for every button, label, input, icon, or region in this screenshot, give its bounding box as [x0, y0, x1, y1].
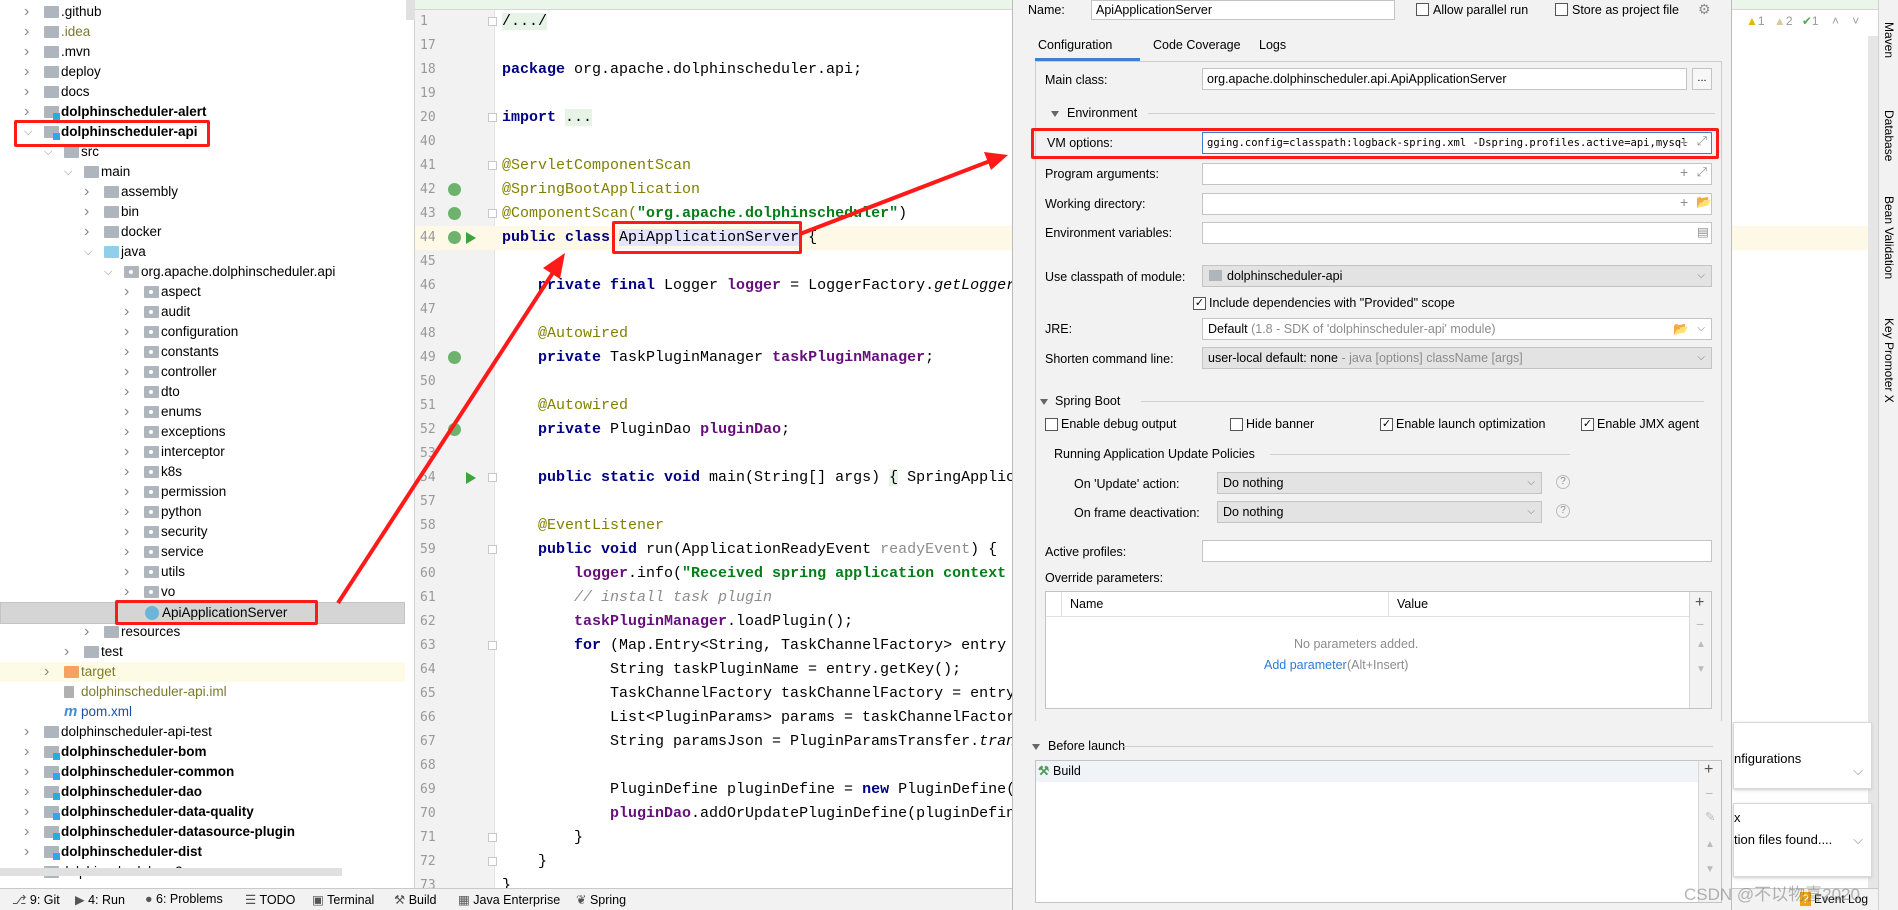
arrow-head [984, 152, 1008, 170]
arrow-line [336, 266, 558, 605]
arrow-line [799, 159, 991, 236]
arrow-head [543, 253, 565, 279]
annotation-arrows [336, 152, 1008, 605]
